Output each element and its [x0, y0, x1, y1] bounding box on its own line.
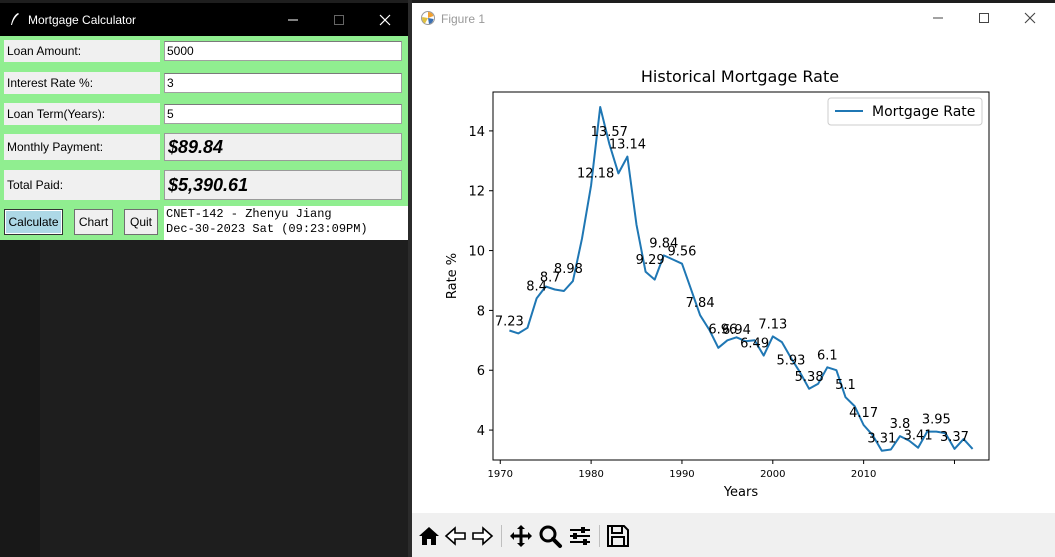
data-label: 3.37 — [940, 430, 969, 445]
x-axis-label: Years — [723, 485, 759, 500]
home-icon — [419, 527, 439, 545]
configure-subplots-icon — [570, 527, 590, 545]
zoom-button[interactable] — [537, 523, 563, 549]
info-text-area[interactable]: CNET-142 - Zhenyu Jiang Dec-30-2023 Sat … — [164, 206, 408, 240]
interest-rate-label: Interest Rate %: — [4, 72, 160, 94]
chart-title: Historical Mortgage Rate — [641, 67, 839, 86]
x-tick-label: 1990 — [669, 469, 694, 480]
data-label: 3.41 — [904, 429, 933, 444]
minimize-icon — [933, 17, 943, 19]
x-axis-ticks: 1970 1980 1990 2000 2010 — [488, 460, 955, 480]
figure-close-button[interactable] — [1007, 3, 1053, 36]
data-label: 6.49 — [740, 337, 769, 352]
quit-button[interactable]: Quit — [124, 209, 158, 235]
zoom-icon — [539, 525, 562, 548]
minimize-button[interactable] — [270, 3, 316, 36]
maximize-button[interactable] — [316, 3, 362, 36]
close-icon — [1024, 12, 1036, 24]
y-tick-label: 6 — [477, 364, 485, 379]
y-tick-label: 14 — [468, 125, 485, 140]
loan-amount-input[interactable]: 5000 — [164, 41, 402, 61]
maximize-icon — [334, 15, 344, 25]
configure-subplots-button[interactable] — [567, 523, 593, 549]
data-label: 5.38 — [795, 370, 824, 385]
pan-button[interactable] — [508, 523, 534, 549]
interest-rate-input[interactable]: 3 — [164, 73, 402, 93]
desktop-background — [0, 240, 40, 557]
data-label: 5.93 — [776, 353, 805, 368]
y-tick-label: 12 — [468, 185, 485, 200]
loan-term-input[interactable]: 5 — [164, 104, 402, 124]
data-label: 4.17 — [849, 406, 878, 421]
monthly-payment-label: Monthly Payment: — [4, 134, 160, 160]
loan-term-label: Loan Term(Years): — [4, 103, 160, 125]
data-labels: 7.238.48.78.9812.1813.5713.149.299.849.5… — [495, 125, 969, 447]
calculator-window-title: Mortgage Calculator — [28, 13, 137, 27]
figure-toolbar — [412, 513, 1055, 557]
data-label: 13.14 — [609, 138, 646, 153]
data-label: 6.1 — [817, 348, 838, 363]
info-line-1: CNET-142 - Zhenyu Jiang — [166, 207, 332, 221]
data-label: 9.29 — [636, 253, 665, 268]
chart-series — [509, 106, 974, 452]
back-icon — [444, 526, 466, 546]
toolbar-separator — [501, 525, 502, 547]
info-line-2: Dec-30-2023 Sat (09:23:09PM) — [166, 222, 368, 236]
x-tick-label: 2010 — [851, 469, 876, 480]
legend-label: Mortgage Rate — [872, 104, 975, 120]
data-label: 5.1 — [835, 378, 856, 393]
pan-icon — [510, 525, 532, 547]
home-button[interactable] — [416, 523, 442, 549]
y-tick-label: 8 — [477, 304, 485, 319]
data-label: 8.98 — [554, 262, 583, 277]
figure-titlebar[interactable]: Figure 1 — [412, 3, 1055, 33]
save-button[interactable] — [605, 523, 631, 549]
tk-feather-icon — [11, 13, 19, 25]
calculator-titlebar[interactable]: Mortgage Calculator — [0, 3, 408, 36]
chart-legend: Mortgage Rate — [827, 97, 983, 126]
loan-amount-label: Loan Amount: — [4, 40, 160, 62]
figure-window: Figure 1 Historical Mortgage Rate 1970 19… — [412, 3, 1055, 557]
minimize-icon — [288, 19, 298, 21]
monthly-payment-value: $89.84 — [164, 133, 402, 161]
figure-minimize-button[interactable] — [915, 3, 961, 36]
y-tick-label: 10 — [468, 245, 485, 260]
chart-canvas[interactable]: Historical Mortgage Rate 1970 1980 1990 200… — [412, 33, 1055, 513]
x-tick-label: 1970 — [488, 469, 513, 480]
toolbar-separator — [599, 525, 600, 547]
x-tick-label: 1980 — [578, 469, 603, 480]
x-tick-label: 2000 — [760, 469, 785, 480]
data-label: 7.23 — [495, 314, 524, 329]
forward-icon — [472, 526, 494, 546]
y-axis-label: Rate % — [445, 253, 460, 299]
total-paid-value: $5,390.61 — [164, 170, 402, 200]
data-label: 9.56 — [667, 245, 696, 260]
save-icon — [607, 525, 629, 547]
data-label: 7.84 — [686, 296, 715, 311]
calculate-button[interactable]: Calculate — [4, 209, 63, 235]
close-button[interactable] — [362, 3, 408, 36]
y-axis-ticks: 4 6 8 10 12 14 — [468, 125, 493, 439]
figure-maximize-button[interactable] — [961, 3, 1007, 36]
series-line-mortgage-rate — [509, 106, 974, 452]
data-label: 3.31 — [867, 432, 896, 447]
close-icon — [379, 14, 391, 26]
data-label: 12.18 — [577, 166, 614, 181]
maximize-icon — [979, 13, 989, 23]
back-button[interactable] — [443, 523, 469, 549]
y-tick-label: 4 — [477, 424, 485, 439]
matplotlib-logo-icon — [421, 11, 435, 25]
data-label: 7.13 — [758, 317, 787, 332]
chart-button[interactable]: Chart — [74, 209, 113, 235]
figure-window-title: Figure 1 — [441, 12, 486, 26]
data-label: 3.95 — [922, 413, 951, 428]
mortgage-calculator-window: Mortgage Calculator Loan Amount: 5000 In… — [0, 3, 408, 240]
total-paid-label: Total Paid: — [4, 170, 160, 200]
forward-button[interactable] — [469, 523, 495, 549]
